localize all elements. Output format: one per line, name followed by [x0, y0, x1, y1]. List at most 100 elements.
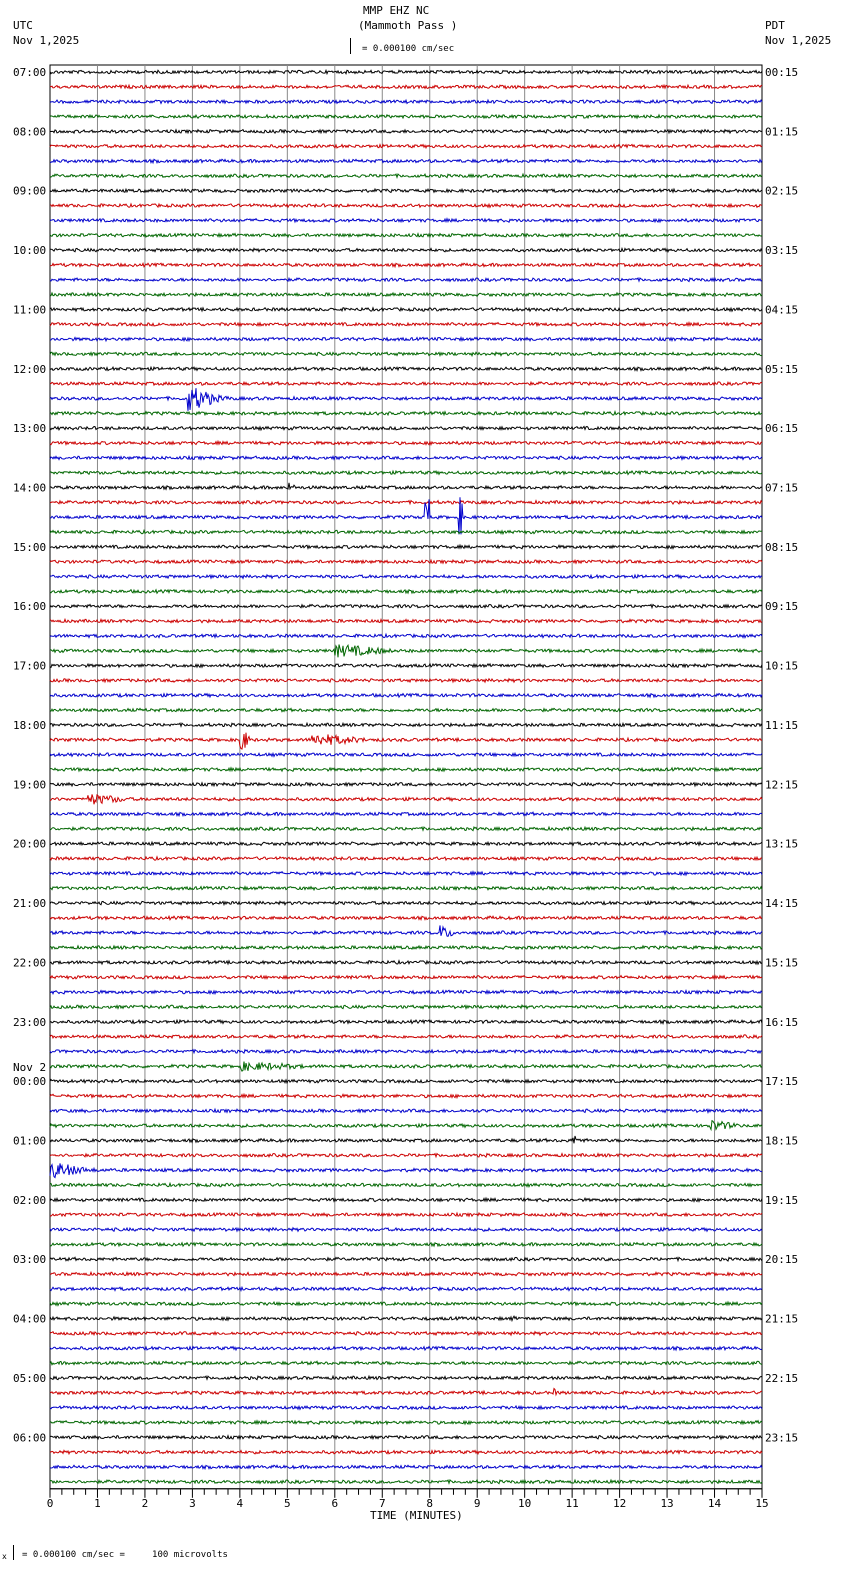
seismic-trace [49, 68, 763, 76]
seismic-trace [49, 900, 763, 907]
seismic-trace [49, 499, 763, 506]
utc-hour-label: 00:00 [13, 1075, 46, 1088]
seismic-trace [49, 1004, 763, 1011]
seismic-trace [49, 113, 763, 120]
utc-hour-label: 08:00 [13, 125, 46, 138]
seismic-trace [49, 811, 763, 818]
seismic-trace [49, 707, 763, 713]
seismic-trace [49, 1315, 763, 1323]
seismic-trace [49, 1464, 763, 1471]
x-tick-label: 9 [474, 1497, 481, 1510]
pdt-hour-label: 06:15 [765, 422, 798, 435]
x-tick-label: 4 [237, 1497, 244, 1510]
seismic-trace [49, 721, 763, 728]
utc-hour-label: 03:00 [13, 1253, 46, 1266]
pdt-hour-label: 17:15 [765, 1075, 798, 1088]
utc-hour-label: 15:00 [13, 541, 46, 554]
seismic-trace [49, 1241, 763, 1248]
seismic-trace [49, 469, 763, 476]
pdt-hour-label: 01:15 [765, 125, 798, 138]
seismic-trace [49, 98, 763, 105]
seismic-trace [49, 388, 763, 411]
seismic-trace [49, 410, 763, 417]
seismic-trace [49, 925, 763, 938]
seismic-trace [49, 1196, 763, 1203]
seismic-trace [49, 1285, 763, 1292]
seismic-trace [49, 692, 763, 699]
x-tick-label: 5 [284, 1497, 291, 1510]
pdt-hour-label: 02:15 [765, 185, 798, 198]
utc-hour-label: 23:00 [13, 1016, 46, 1029]
pdt-hour-label: 19:15 [765, 1194, 798, 1207]
seismic-trace [49, 247, 763, 254]
seismic-trace [49, 573, 763, 580]
utc-hour-label: 20:00 [13, 838, 46, 851]
utc-hour-label: 07:00 [13, 66, 46, 79]
seismic-trace [49, 1360, 763, 1366]
seismic-trace [49, 1387, 763, 1397]
seismic-trace [49, 1048, 763, 1055]
x-tick-label: 2 [142, 1497, 149, 1510]
seismic-trace [49, 439, 763, 447]
seismic-trace [49, 351, 763, 358]
seismic-trace [49, 482, 763, 491]
seismic-trace [49, 825, 763, 832]
seismic-trace [49, 232, 763, 239]
x-tick-label: 3 [189, 1497, 196, 1510]
seismic-trace [49, 1434, 763, 1441]
seismic-trace [49, 732, 763, 750]
seismic-trace [49, 1211, 763, 1218]
seismic-trace [49, 1092, 763, 1100]
seismic-trace [49, 276, 763, 283]
seismic-trace [49, 914, 763, 922]
utc-hour-label: 13:00 [13, 422, 46, 435]
seismic-trace [49, 172, 763, 179]
seismic-trace [49, 365, 763, 372]
pdt-hour-label: 18:15 [765, 1134, 798, 1147]
seismic-trace [49, 1256, 763, 1263]
seismic-trace [49, 870, 763, 877]
seismic-trace [49, 1419, 763, 1426]
seismic-trace [49, 262, 763, 269]
seismic-trace [49, 321, 763, 328]
seismic-trace [49, 425, 763, 432]
pdt-hour-label: 11:15 [765, 719, 798, 732]
seismic-trace [49, 1152, 763, 1159]
seismic-trace [49, 1270, 763, 1277]
pdt-hour-label: 20:15 [765, 1253, 798, 1266]
utc-hour-label: 11:00 [13, 303, 46, 316]
x-tick-label: 7 [379, 1497, 386, 1510]
x-tick-label: 10 [518, 1497, 531, 1510]
pdt-hour-label: 08:15 [765, 541, 798, 554]
footer-scale-bar-icon [13, 1545, 18, 1560]
seismic-trace [49, 380, 763, 387]
seismic-trace [49, 974, 763, 981]
footer-prefix: x [2, 1552, 7, 1561]
seismic-trace [49, 128, 763, 135]
seismic-trace [49, 885, 763, 892]
seismic-trace [49, 1449, 763, 1456]
seismic-trace [50, 158, 763, 165]
seismic-trace [49, 202, 763, 209]
seismic-trace [49, 187, 763, 194]
x-tick-label: 8 [426, 1497, 433, 1510]
x-tick-label: 11 [566, 1497, 579, 1510]
date-change-label: Nov 2 [13, 1061, 46, 1074]
pdt-hour-label: 03:15 [765, 244, 798, 257]
pdt-hour-label: 00:15 [765, 66, 798, 79]
utc-hour-label: 19:00 [13, 778, 46, 791]
x-tick-label: 14 [708, 1497, 722, 1510]
seismic-trace [49, 1107, 763, 1114]
seismic-trace [49, 1300, 763, 1307]
seismic-trace [49, 543, 763, 550]
pdt-hour-label: 23:15 [765, 1431, 798, 1444]
seismic-trace [49, 988, 763, 996]
seismic-trace [49, 83, 763, 90]
x-tick-label: 6 [331, 1497, 338, 1510]
x-tick-label: 0 [47, 1497, 54, 1510]
x-tick-label: 1 [94, 1497, 101, 1510]
utc-hour-label: 06:00 [13, 1431, 46, 1444]
seismic-trace [49, 1345, 763, 1352]
seismic-trace [49, 1119, 763, 1132]
seismic-trace [49, 959, 763, 966]
